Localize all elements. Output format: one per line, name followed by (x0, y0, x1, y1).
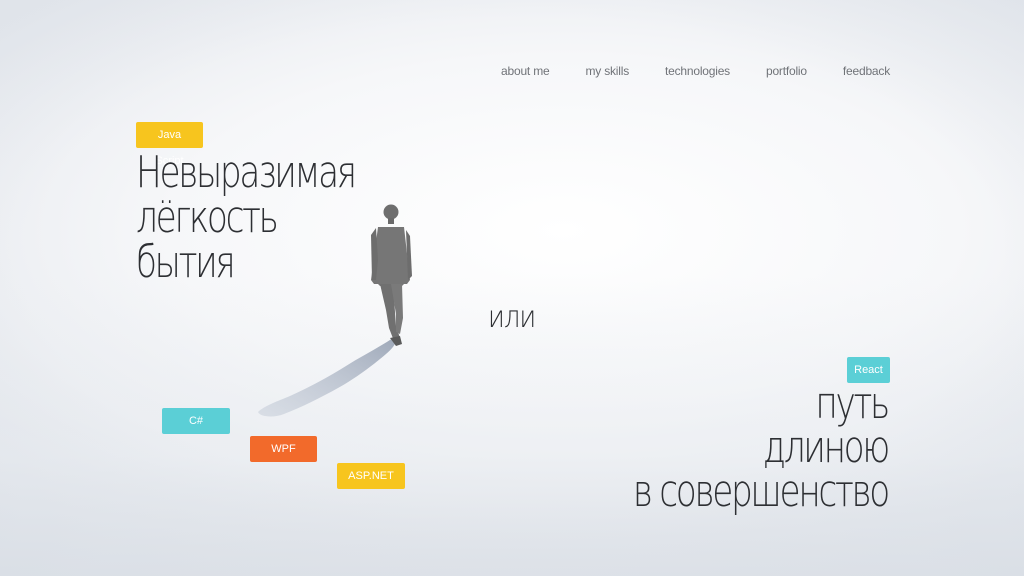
hero-title-right: путь длиною в совершенство (633, 378, 891, 517)
nav-about-me[interactable]: about me (501, 64, 550, 78)
tag-wpf[interactable]: WPF (250, 436, 317, 462)
hero-left-line-1: Невыразимая (136, 147, 357, 198)
tag-javascript[interactable]: Java Script (136, 122, 203, 167)
nav-feedback[interactable]: feedback (843, 64, 890, 78)
nav-technologies[interactable]: technologies (665, 64, 730, 78)
walking-man-silhouette-icon (258, 204, 412, 417)
tag-aspnet[interactable]: ASP.NET (337, 463, 405, 489)
top-navigation: about me my skills technologies portfoli… (501, 64, 890, 78)
hero-right-line-3: в совершенство (633, 466, 890, 517)
hero-right-line-1: путь (815, 378, 891, 429)
hero-right-line-2: длиною (762, 422, 890, 473)
connector-word: или (488, 300, 536, 335)
nav-portfolio[interactable]: portfolio (766, 64, 807, 78)
nav-my-skills[interactable]: my skills (585, 64, 629, 78)
tag-csharp[interactable]: C# (162, 408, 230, 434)
